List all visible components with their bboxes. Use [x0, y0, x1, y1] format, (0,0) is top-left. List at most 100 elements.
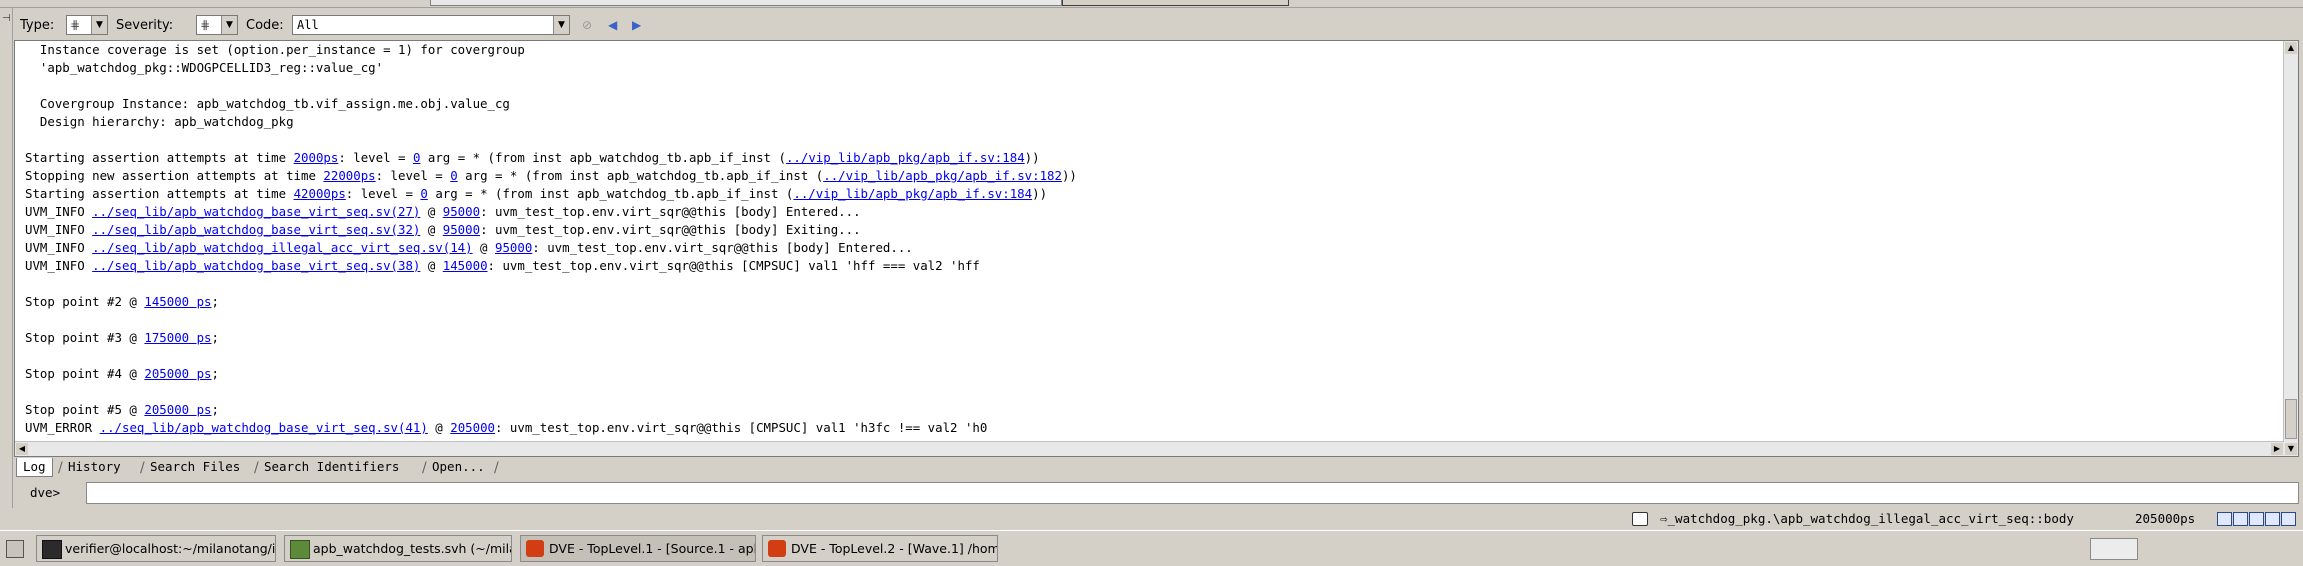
log-link[interactable]: 145000 ps — [144, 294, 211, 309]
log-link[interactable]: 2000ps — [294, 150, 339, 165]
log-line: Starting assertion attempts at time 2000… — [25, 149, 2275, 167]
log-text: @ — [420, 222, 443, 237]
console-log-text: Instance coverage is set (option.per_ins… — [25, 41, 2275, 456]
taskbar-item-dve-wave[interactable]: DVE - TopLevel.2 - [Wave.1] /home... — [762, 535, 998, 562]
find-next-icon[interactable]: ▶ — [632, 19, 641, 31]
tab-history[interactable]: History — [62, 458, 127, 476]
tray-area[interactable] — [2090, 538, 2138, 560]
log-line: Design hierarchy: apb_watchdog_pkg — [25, 114, 294, 129]
log-link[interactable]: 95000 — [443, 204, 480, 219]
log-link[interactable]: ../seq_lib/apb_watchdog_base_virt_seq.sv… — [92, 258, 420, 273]
log-link[interactable]: ../seq_lib/apb_watchdog_base_virt_seq.sv… — [92, 204, 420, 219]
vertical-scrollbar[interactable]: ▲ ▼ — [2283, 41, 2298, 456]
log-text: : level = — [345, 186, 421, 201]
type-label: Type: — [20, 18, 55, 33]
scroll-down-icon[interactable]: ▼ — [2285, 443, 2297, 455]
horizontal-scrollbar[interactable]: ◀ ▶ — [15, 441, 2284, 456]
taskbar-item-terminal[interactable]: verifier@localhost:~/milanotang/illeg... — [36, 535, 276, 562]
status-icon[interactable] — [2233, 512, 2248, 526]
console-log-pane[interactable]: Instance coverage is set (option.per_ins… — [14, 40, 2299, 457]
status-icon[interactable] — [2217, 512, 2232, 526]
tab-search-files[interactable]: Search Files — [144, 458, 246, 476]
log-link[interactable]: 175000 ps — [144, 330, 211, 345]
log-link[interactable]: 205000 ps — [144, 366, 211, 381]
log-text: : level = — [375, 168, 451, 183]
log-link[interactable]: 42000ps — [294, 186, 346, 201]
log-text: : level = — [338, 150, 413, 165]
tab-log[interactable]: Log — [16, 458, 53, 477]
scroll-up-icon[interactable]: ▲ — [2285, 42, 2297, 54]
pane-grip[interactable]: ⊣ — [0, 8, 13, 508]
severity-label: Severity: — [116, 18, 174, 33]
status-icon[interactable] — [2249, 512, 2264, 526]
log-text: Stop point #2 @ — [25, 294, 145, 309]
message-icon[interactable] — [1632, 512, 1648, 526]
log-link[interactable]: 95000 — [443, 222, 480, 237]
log-link[interactable]: ../vip_lib/apb_pkg/apb_if.sv:184 — [786, 150, 1025, 165]
show-desktop-icon[interactable] — [6, 540, 24, 558]
log-link[interactable]: 95000 — [495, 240, 532, 255]
stop-search-icon[interactable]: ⊘ — [582, 19, 592, 31]
code-filter-value: All — [297, 18, 319, 32]
filter-icon: ⋕ — [200, 18, 211, 32]
log-line: UVM_INFO ../seq_lib/apb_watchdog_base_vi… — [25, 203, 2275, 221]
log-line: UVM_INFO ../seq_lib/apb_watchdog_base_vi… — [25, 257, 2275, 275]
log-text: arg = * (from inst apb_watchdog_tb.apb_i… — [457, 168, 824, 183]
log-link[interactable]: ../seq_lib/apb_watchdog_base_virt_seq.sv… — [92, 222, 420, 237]
code-filter-dropdown[interactable]: All ▼ — [292, 15, 570, 35]
tab-search-identifiers[interactable]: Search Identifiers — [258, 458, 405, 476]
scroll-left-icon[interactable]: ◀ — [16, 443, 28, 455]
log-link[interactable]: 205000 ps — [144, 402, 211, 417]
taskbar-item-label: verifier@localhost:~/milanotang/illeg... — [65, 541, 276, 556]
console-tab-bar: Log / History / Search Files / Search Id… — [16, 458, 2301, 478]
log-text: @ — [420, 204, 443, 219]
simulation-time: 205000ps — [2135, 511, 2196, 526]
taskbar-item-label: apb_watchdog_tests.svh (~/milanot... — [313, 541, 511, 556]
tab-open[interactable]: Open... — [426, 458, 491, 476]
log-text: Starting assertion attempts at time — [25, 150, 294, 165]
log-link[interactable]: ../vip_lib/apb_pkg/apb_if.sv:182 — [823, 168, 1062, 183]
chevron-down-icon: ▼ — [553, 16, 569, 34]
log-link[interactable]: 145000 — [443, 258, 488, 273]
log-link[interactable]: ../seq_lib/apb_watchdog_base_virt_seq.sv… — [100, 420, 428, 435]
severity-filter-dropdown[interactable]: ⋕ ▼ — [196, 15, 238, 35]
status-icon[interactable] — [2265, 512, 2280, 526]
log-link[interactable]: 22000ps — [323, 168, 375, 183]
scroll-right-icon[interactable]: ▶ — [2271, 443, 2283, 455]
status-icon[interactable] — [2281, 512, 2296, 526]
log-link[interactable]: 205000 — [450, 420, 495, 435]
log-text: : uvm_test_top.env.virt_sqr@@this [body]… — [532, 240, 913, 255]
log-text: : uvm_test_top.env.virt_sqr@@this [CMPSU… — [487, 258, 980, 273]
pin-icon[interactable]: ⊣ — [2, 14, 11, 24]
top-panel-edge-2 — [1062, 0, 1289, 6]
type-filter-dropdown[interactable]: ⋕ ▼ — [66, 15, 108, 35]
find-previous-icon[interactable]: ◀ — [608, 19, 617, 31]
filter-icon: ⋕ — [70, 18, 81, 32]
log-text: : uvm_test_top.env.virt_sqr@@this [body]… — [480, 222, 861, 237]
log-text: UVM_ERROR — [25, 420, 100, 435]
log-line: Stop point #2 @ 145000 ps; — [25, 293, 2275, 311]
log-filter-toolbar: Type: ⋕ ▼ Severity: ⋕ ▼ Code: All ▼ ⊘ ◀ … — [14, 12, 2299, 38]
tab-divider: / — [494, 460, 499, 476]
log-link[interactable]: ../vip_lib/apb_pkg/apb_if.sv:184 — [793, 186, 1032, 201]
status-icons — [2217, 512, 2297, 527]
taskbar-item-dve-source[interactable]: DVE - TopLevel.1 - [Source.1 - apb... — [520, 535, 756, 562]
command-input[interactable] — [86, 482, 2299, 504]
taskbar-item-editor[interactable]: apb_watchdog_tests.svh (~/milanot... — [284, 535, 512, 562]
log-text: Starting assertion attempts at time — [25, 186, 294, 201]
log-link[interactable]: 0 — [420, 186, 427, 201]
top-panel-edge — [430, 0, 1062, 6]
log-text: ; — [211, 294, 219, 309]
log-line: Instance coverage is set (option.per_ins… — [25, 42, 525, 57]
log-link[interactable]: ../seq_lib/apb_watchdog_illegal_acc_virt… — [92, 240, 472, 255]
log-line: Stop point #4 @ 205000 ps; — [25, 365, 2275, 383]
log-link[interactable]: 0 — [450, 168, 457, 183]
log-text: UVM_INFO — [25, 222, 93, 237]
log-text: UVM_INFO — [25, 240, 93, 255]
scrollbar-thumb[interactable] — [2285, 399, 2297, 439]
log-text: @ — [427, 420, 451, 435]
